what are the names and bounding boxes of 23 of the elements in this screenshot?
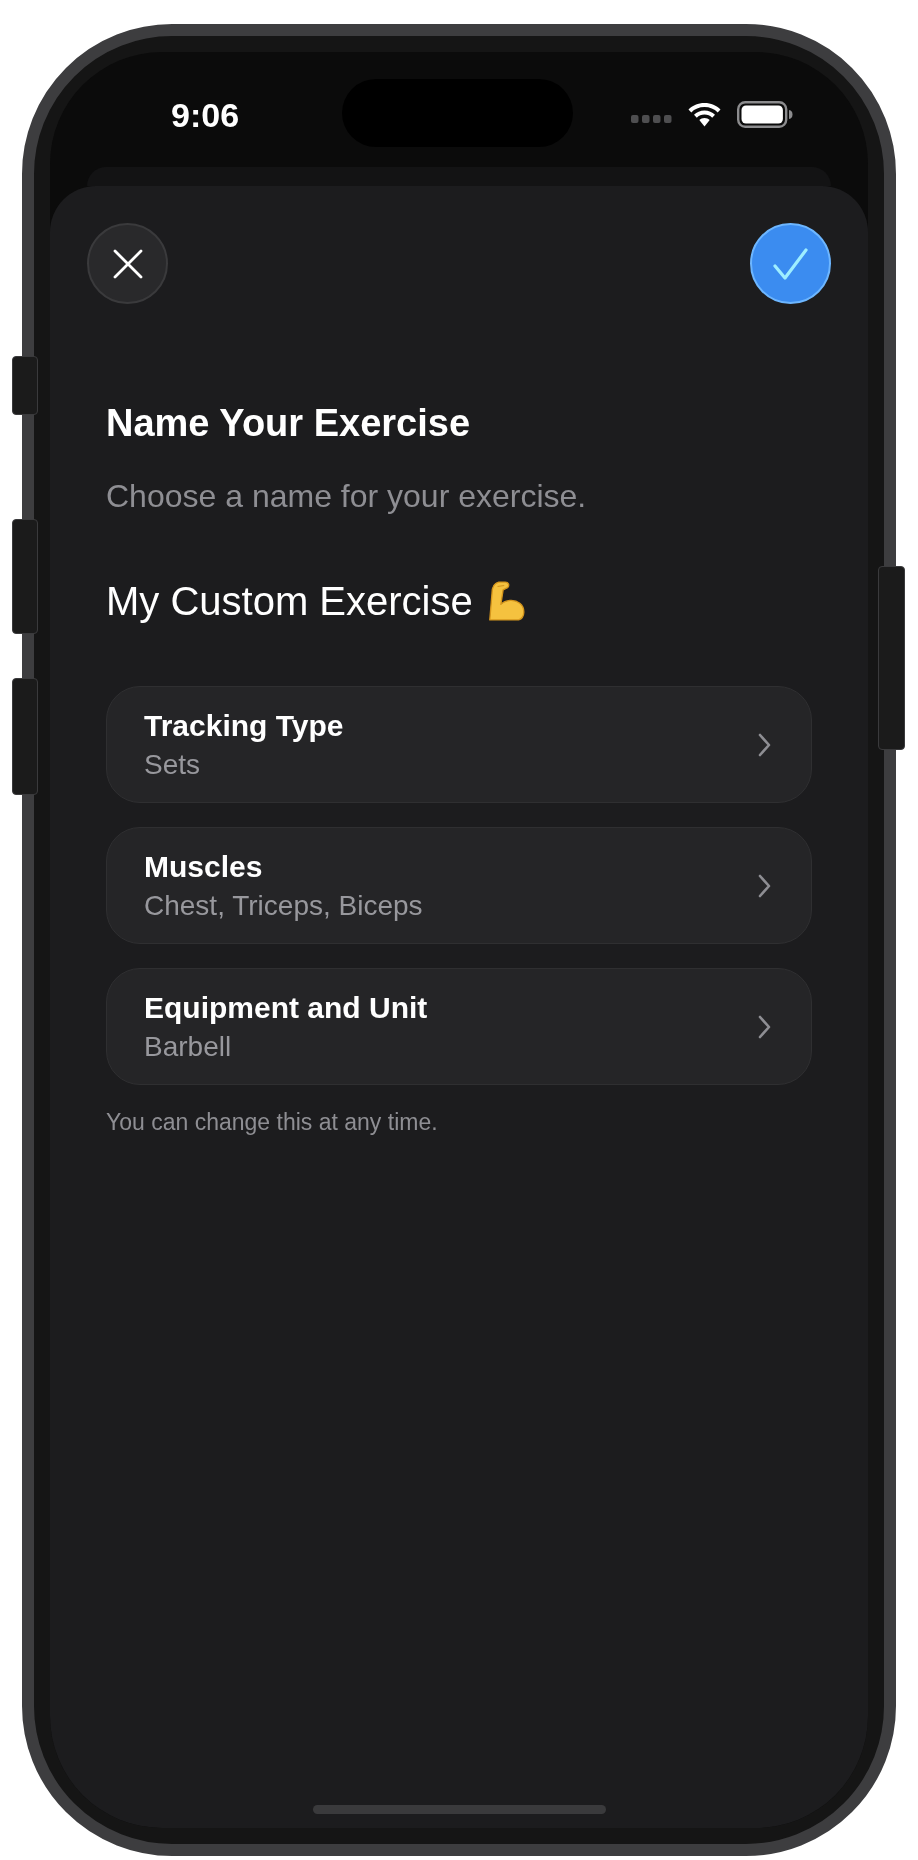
checkmark-icon xyxy=(773,247,808,280)
option-row[interactable]: Muscles Chest, Triceps, Biceps xyxy=(106,827,812,944)
option-row[interactable]: Tracking Type Sets xyxy=(106,686,812,803)
status-time: 9:06 xyxy=(171,94,240,135)
signal-icon xyxy=(631,114,672,123)
option-label: Muscles xyxy=(144,849,263,884)
chevron-right-icon xyxy=(758,732,771,757)
option-row[interactable]: Equipment and Unit Barbell xyxy=(106,968,812,1085)
close-icon xyxy=(112,248,143,279)
chevron-right-icon xyxy=(758,1014,771,1039)
option-value: Sets xyxy=(144,748,201,781)
chevron-right-icon xyxy=(758,873,771,898)
page-title: Name Your Exercise xyxy=(106,401,471,445)
option-label: Equipment and Unit xyxy=(144,990,428,1025)
page-subtitle: Choose a name for your exercise. xyxy=(106,477,587,515)
flexed-biceps-icon xyxy=(486,581,527,621)
wifi-icon xyxy=(688,102,721,127)
footnote-text: You can change this at any time. xyxy=(106,1108,438,1136)
option-value: Chest, Triceps, Biceps xyxy=(144,889,423,922)
option-label: Tracking Type xyxy=(144,708,344,743)
exercise-name-field[interactable]: My Custom Exercise xyxy=(106,578,527,624)
battery-icon xyxy=(737,101,793,128)
option-value: Barbell xyxy=(144,1030,232,1063)
